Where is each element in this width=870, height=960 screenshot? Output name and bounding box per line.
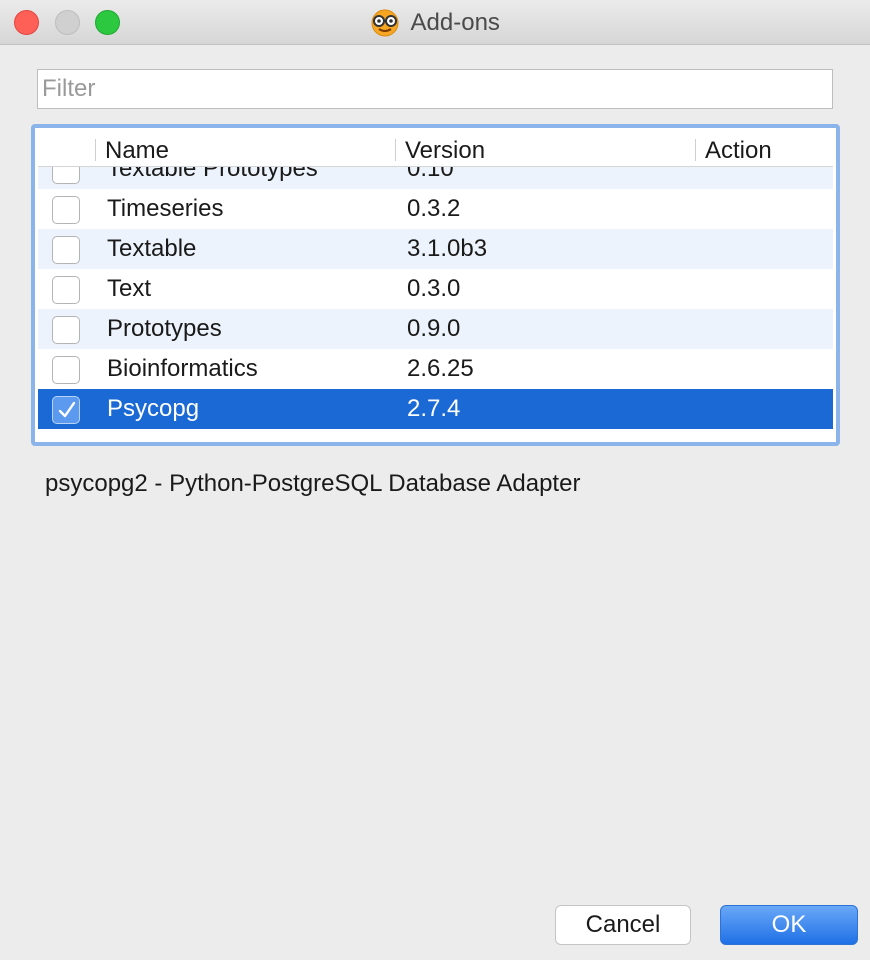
title-bar[interactable]: Add-ons: [0, 0, 870, 45]
addon-version: 2.6.25: [407, 355, 474, 382]
addon-name: Timeseries: [107, 195, 224, 222]
table-viewport[interactable]: Name Version Action Textable Prototypes …: [38, 131, 833, 439]
table-row-selected[interactable]: Psycopg 2.7.4: [38, 389, 833, 429]
column-header-name[interactable]: Name: [105, 131, 169, 167]
addon-name: Prototypes: [107, 315, 222, 342]
window-title-group: Add-ons: [0, 8, 870, 38]
install-checkbox[interactable]: [52, 196, 80, 224]
cancel-button[interactable]: Cancel: [555, 905, 691, 945]
install-checkbox[interactable]: [52, 276, 80, 304]
add-ons-dialog: Add-ons Name Version Action Textable Pro…: [0, 0, 870, 960]
addon-version: 0.3.2: [407, 195, 461, 222]
install-checkbox[interactable]: [52, 316, 80, 344]
addon-name: Text: [107, 275, 152, 302]
install-checkbox[interactable]: [52, 356, 80, 384]
addon-name: Psycopg: [107, 395, 200, 422]
addon-version: 2.7.4: [407, 395, 461, 422]
addon-name: Bioinformatics: [107, 355, 258, 382]
install-checkbox-checked[interactable]: [52, 396, 80, 424]
addon-version: 3.1.0b3: [407, 235, 488, 262]
table-row[interactable]: Bioinformatics 2.6.25: [38, 349, 833, 389]
addon-version: 0.9.0: [407, 315, 461, 342]
table-body: Textable Prototypes 0.10 Timeseries 0.3.…: [38, 149, 833, 429]
ok-button[interactable]: OK: [720, 905, 858, 945]
addon-version: 0.3.0: [407, 275, 461, 302]
column-divider[interactable]: [95, 139, 96, 161]
checkmark-icon: [58, 401, 76, 418]
column-header-version[interactable]: Version: [405, 131, 485, 167]
table-row[interactable]: Textable 3.1.0b3: [38, 229, 833, 269]
addon-description: psycopg2 - Python-PostgreSQL Database Ad…: [45, 470, 581, 497]
column-header-action[interactable]: Action: [705, 131, 772, 167]
addon-name: Textable: [107, 235, 197, 262]
window-title: Add-ons: [410, 9, 500, 36]
table-row[interactable]: Text 0.3.0: [38, 269, 833, 309]
table-header: Name Version Action: [38, 131, 833, 167]
filter-input[interactable]: [37, 69, 833, 109]
column-divider[interactable]: [395, 139, 396, 161]
install-checkbox[interactable]: [52, 236, 80, 264]
column-divider[interactable]: [695, 139, 696, 161]
table-row[interactable]: Prototypes 0.9.0: [38, 309, 833, 349]
glasses-smiley-icon: [371, 9, 399, 37]
add-ons-table[interactable]: Name Version Action Textable Prototypes …: [31, 124, 840, 446]
table-row[interactable]: Timeseries 0.3.2: [38, 189, 833, 229]
